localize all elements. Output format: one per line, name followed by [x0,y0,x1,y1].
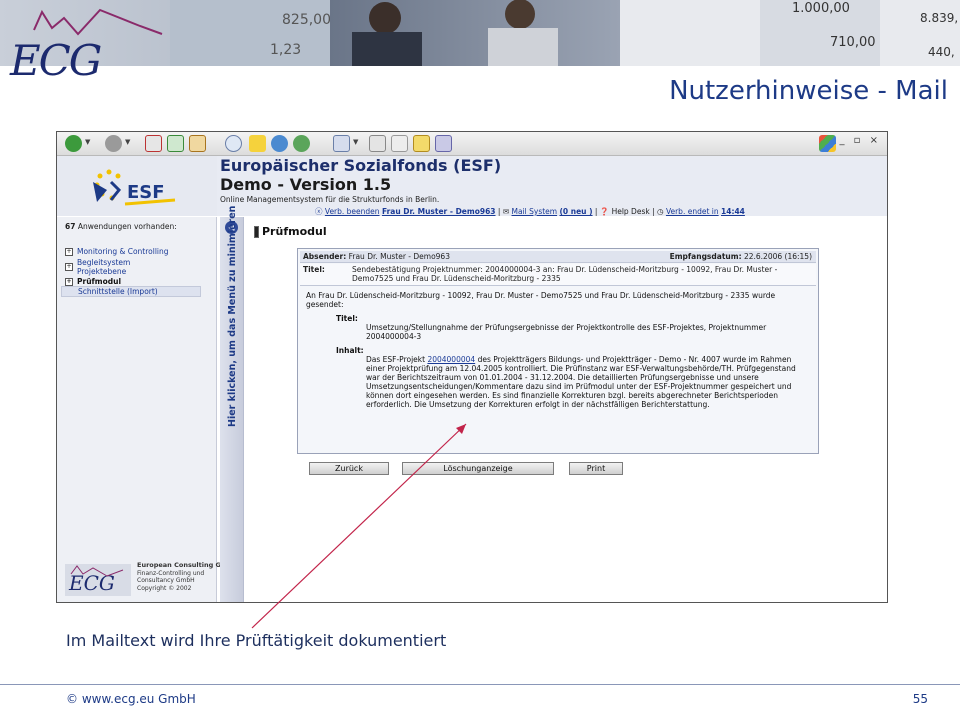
help-icon[interactable]: ❓ [600,207,609,216]
forward-dropdown-icon[interactable]: ▼ [125,138,130,146]
sidebar-item-schnittstelle[interactable]: Schnittstelle (Import) [61,286,201,297]
inner-title-label: Titel: [336,314,358,323]
back-icon[interactable] [65,135,82,152]
sender-label: Absender: [303,252,347,261]
ecg-logo: ECG [0,0,170,86]
app-name: Europäischer Sozialfonds (ESF) [220,156,502,175]
sidebar-company-logo: ECG European Consulting Group Finanz-Con… [63,561,238,598]
applications-count: 67 Anwendungen vorhanden: [65,222,177,231]
folder-icon[interactable] [413,135,430,152]
footer-copyright: © www.ecg.eu GmbH [66,692,196,706]
message-title-row: Titel: Sendebestätigung Projektnummer: 2… [300,264,816,286]
mail-dropdown-icon[interactable]: ▼ [353,138,358,146]
messenger-icon[interactable] [435,135,452,152]
browser-screenshot: ▼ ▼ ▼ _ ▫ × ESF Europäischer Sozialfonds… [56,131,888,603]
expand-icon[interactable]: + [65,248,73,256]
company-line2: Consultancy GmbH [137,577,195,584]
app-version: Demo - Version 1.5 [220,175,392,194]
sidebar-item-monitoring[interactable]: + Monitoring & Controlling [65,247,169,256]
back-button[interactable]: Zurück [309,462,389,475]
svg-text:825,00: 825,00 [282,12,331,28]
expand-icon[interactable]: + [65,263,73,271]
message-box: Absender: Frau Dr. Muster - Demo963 Empf… [297,248,819,454]
main-content: Prüfmodul Absender: Frau Dr. Muster - De… [247,217,887,602]
svg-text:8.839,: 8.839, [920,11,958,25]
collapse-hint[interactable]: Hier klicken, um das Menü zu minimieren [227,206,238,427]
date-value: 22.6.2006 (16:15) [743,252,812,261]
title-value: Sendebestätigung Projektnummer: 20040000… [352,265,778,283]
sidebar-item-pruefmodul[interactable]: + Prüfmodul [65,277,121,286]
svg-text:710,00: 710,00 [830,35,876,50]
slide-title: Nutzerhinweise - Mail [669,76,948,106]
history-icon[interactable] [293,135,310,152]
sidebar-item-begleitsystem[interactable]: + Begleitsystem Projektebene [65,258,130,276]
session-time[interactable]: 14:44 [721,207,745,216]
mail-count[interactable]: (0 neu ) [559,207,592,216]
browser-toolbar: ▼ ▼ ▼ _ ▫ × [57,132,887,156]
section-marker-icon [255,227,258,237]
logo-text: ECG [10,36,102,85]
windows-flag-icon [819,135,836,152]
expand-icon[interactable]: + [65,278,73,286]
app-subtitle: Online Managementsystem für die Struktur… [220,195,440,204]
company-line3: Copyright © 2002 [137,584,192,592]
helpdesk-label[interactable]: Help Desk [612,207,650,216]
edit-icon[interactable] [391,135,408,152]
media-icon[interactable] [271,135,288,152]
logout-link[interactable]: Verb. beenden [325,207,380,216]
stop-icon[interactable] [145,135,162,152]
svg-text:440,: 440, [928,45,955,59]
sidebar: 67 Anwendungen vorhanden: + Monitoring & … [57,217,238,602]
message-intro: An Frau Dr. Lüdenscheid-Moritzburg - 100… [306,291,776,309]
print-button[interactable]: Print [569,462,623,475]
page-number: 55 [912,692,928,706]
date-label: Empfangsdatum: [669,252,742,261]
mail-icon[interactable] [333,135,350,152]
logout-icon[interactable]: ⓧ [315,207,323,216]
session-link[interactable]: Verb. endet in [666,207,719,216]
message-body: An Frau Dr. Lüdenscheid-Moritzburg - 100… [306,291,810,409]
search-icon[interactable] [225,135,242,152]
message-header: Absender: Frau Dr. Muster - Demo963 Empf… [300,251,816,263]
project-link[interactable]: 2004000004 [427,355,475,364]
svg-text:ECG: ECG [68,571,115,595]
section-title: Prüfmodul [255,225,327,238]
content-value: Das ESF-Projekt 2004000004 des Projekttr… [366,355,796,409]
user-link[interactable]: Frau Dr. Muster - Demo963 [382,207,496,216]
mail-icon[interactable]: ✉ [503,207,509,216]
window-controls[interactable]: _ ▫ × [839,135,881,146]
clock-icon: ◷ [657,207,664,216]
title-label: Titel: [303,265,325,274]
mail-system-link[interactable]: Mail System [512,207,558,216]
sender-value: Frau Dr. Muster - Demo963 [348,252,450,261]
back-dropdown-icon[interactable]: ▼ [85,138,90,146]
favorites-icon[interactable] [249,135,266,152]
esf-stars-icon: ESF [93,169,176,206]
svg-text:1.000,00: 1.000,00 [792,1,850,16]
footer-divider [0,684,960,685]
status-bar: ⓧ Verb. beenden Frau Dr. Muster - Demo96… [315,207,745,216]
esf-logo: ESF [57,156,217,216]
delete-button[interactable]: Löschunganzeige [402,462,554,475]
company-line1: Finanz-Controlling und [137,569,205,577]
menu-collapse-bar[interactable]: ◀ Hier klicken, um das Menü zu minimiere… [220,206,244,602]
print-icon[interactable] [369,135,386,152]
home-icon[interactable] [189,135,206,152]
svg-text:1,23: 1,23 [270,42,301,58]
annotation-text: Im Mailtext wird Ihre Prüftätigkeit doku… [66,631,447,650]
content-label: Inhalt: [336,346,364,355]
ecg-small-logo-icon: ECG [65,564,131,596]
forward-icon[interactable] [105,135,122,152]
refresh-icon[interactable] [167,135,184,152]
inner-title-value: Umsetzung/Stellungnahme der Prüfungserge… [366,323,767,341]
